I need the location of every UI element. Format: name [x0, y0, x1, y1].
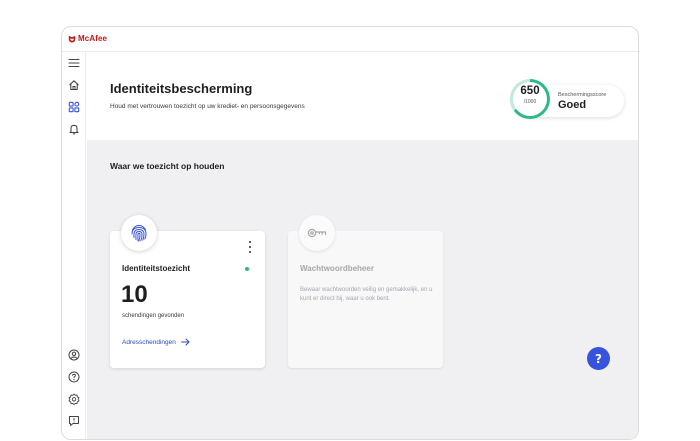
- question-mark-icon: ?: [595, 351, 602, 366]
- settings-gear-icon[interactable]: [67, 392, 81, 406]
- more-options-icon[interactable]: [248, 241, 252, 253]
- breach-count: 10: [121, 281, 148, 308]
- sidebar: [62, 52, 86, 439]
- password-manager-card[interactable]: Wachtwoordbeheer Bewaar wachtwoorden vei…: [288, 215, 443, 368]
- breach-count-label: schendingen gevonden: [122, 313, 185, 319]
- link-label: Adresschendingen: [122, 338, 176, 346]
- key-icon: [299, 215, 335, 251]
- mcafee-shield-icon: [68, 35, 76, 43]
- top-bar: McAfee: [62, 27, 638, 52]
- dashboard-grid-icon[interactable]: [67, 100, 81, 114]
- score-value: 650: [520, 85, 540, 97]
- feedback-icon[interactable]: [67, 414, 81, 428]
- page-subtitle: Houd met vertrouwen toezicht op uw kredi…: [110, 103, 305, 110]
- section-title: Waar we toezicht op houden: [110, 161, 225, 171]
- arrow-right-icon: [180, 338, 190, 346]
- menu-icon[interactable]: [67, 56, 81, 70]
- identity-monitoring-card[interactable]: Identiteitstoezicht 10 schendingen gevon…: [110, 215, 265, 368]
- home-icon[interactable]: [67, 78, 81, 92]
- score-max: /1000: [523, 99, 537, 105]
- brand-name: McAfee: [78, 34, 108, 43]
- fingerprint-icon: [121, 215, 157, 251]
- brand-logo: McAfee: [68, 34, 107, 43]
- address-breaches-link[interactable]: Adresschendingen: [122, 338, 190, 346]
- help-circle-icon[interactable]: [67, 370, 81, 384]
- app-window: McAfee Identiteitsbescherming Houd met v…: [61, 26, 639, 440]
- score-label: Beschermingsscore: [558, 92, 607, 98]
- score-rating: Goed: [558, 99, 587, 111]
- card-title: Wachtwoordbeheer: [300, 264, 374, 273]
- account-icon[interactable]: [67, 348, 81, 362]
- monitoring-section: Waar we toezicht op houden Identiteitsto…: [87, 140, 638, 439]
- page-title: Identiteitsbescherming: [110, 81, 253, 96]
- page-header: Identiteitsbescherming Houd met vertrouw…: [87, 52, 638, 140]
- help-button[interactable]: ?: [587, 347, 610, 370]
- protection-score-widget[interactable]: 650 /1000 Beschermingsscore Goed: [510, 79, 624, 119]
- score-ring: 650 /1000: [510, 79, 550, 119]
- card-description: Bewaar wachtwoorden veilig en gemakkelij…: [300, 287, 433, 303]
- status-dot: [245, 267, 249, 271]
- bell-icon[interactable]: [67, 122, 81, 136]
- card-title: Identiteitstoezicht: [122, 264, 191, 273]
